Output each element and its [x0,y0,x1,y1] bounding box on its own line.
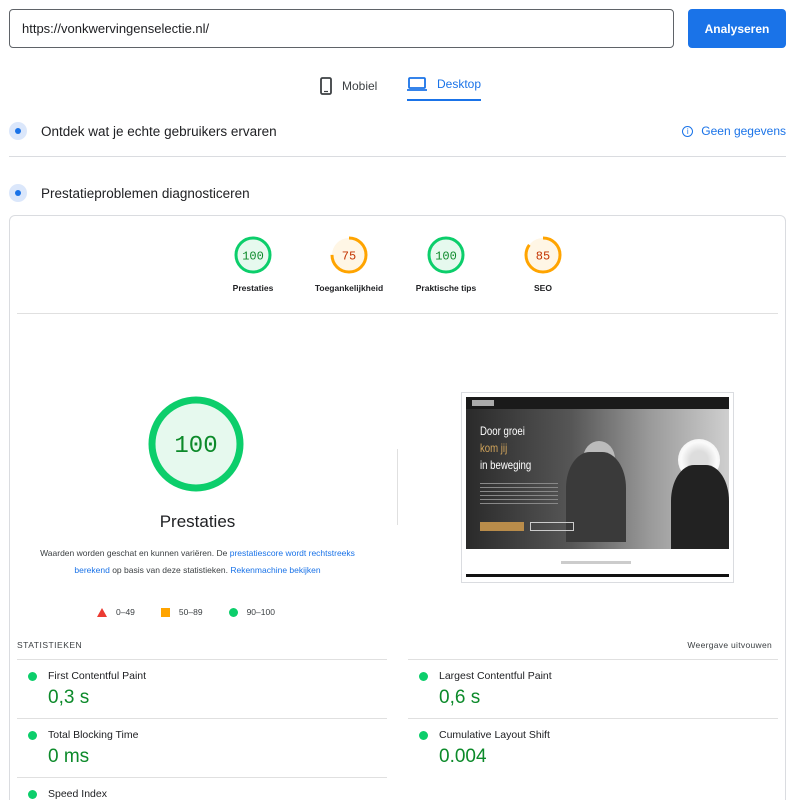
info-icon: i [682,125,694,137]
gauge-accessibility-label: Toegankelijkheid [314,283,384,293]
field-data-title: Ontdek wat je echte gebruikers ervaren [41,123,277,139]
screenshot-image: Door groei kom jij in beweging [466,397,729,549]
tab-mobile[interactable]: Mobiel [320,71,377,101]
performance-score: 100 [174,433,217,460]
tab-desktop-label: Desktop [437,77,482,91]
no-data-link[interactable]: i Geen gegevens [682,124,786,138]
gauge-performance[interactable]: 100 Prestaties [213,235,293,293]
metric-tbt: Total Blocking Time 0 ms [17,718,387,778]
section-divider [9,156,786,157]
score-legend: 0–49 50–89 90–100 [97,607,275,617]
good-circle-icon [28,672,37,681]
metric-fcp-value: 0,3 s [48,687,90,708]
metric-fcp-name: First Contentful Paint [48,670,147,682]
users-icon [9,122,27,140]
expand-view-button[interactable]: Weergave uitvouwen [687,640,772,650]
gauge-best-practices-score: 100 [435,250,457,264]
tab-desktop[interactable]: Desktop [407,71,482,101]
category-gauges: 100 Prestaties 75 Toegankelijkheid 100 P… [219,235,579,305]
metric-lcp-name: Largest Contentful Paint [439,670,552,682]
circle-icon [228,607,238,617]
gauge-accessibility-score: 75 [342,250,356,264]
legend-poor: 0–49 [97,607,135,617]
good-circle-icon [28,731,37,740]
metric-si: Speed Index [17,777,387,800]
performance-title: Prestaties [159,512,236,531]
gauge-accessibility[interactable]: 75 Toegankelijkheid [309,235,389,293]
no-data-label: Geen gegevens [701,124,786,138]
performance-gauge: 100 [147,395,245,498]
field-data-section: Ontdek wat je echte gebruikers ervaren i… [9,122,786,140]
metric-lcp: Largest Contentful Paint 0,6 s [408,659,778,719]
desc-text-1: Waarden worden geschat en kunnen variëre… [40,548,230,558]
good-circle-icon [28,790,37,799]
good-circle-icon [419,672,428,681]
metric-lcp-value: 0,6 s [439,687,481,708]
stats-heading: STATISTIEKEN [17,640,83,650]
analyze-button[interactable]: Analyseren [688,9,786,48]
desc-text-2: op basis van deze statistieken. [109,565,231,575]
vertical-separator [397,449,398,525]
metric-tbt-value: 0 ms [48,746,90,767]
gauges-divider [17,313,778,314]
gauge-performance-label: Prestaties [232,283,274,293]
lab-data-title: Prestatieproblemen diagnosticeren [41,185,250,201]
laptop-icon [407,77,427,91]
metric-si-name: Speed Index [48,788,107,800]
gauge-best-practices[interactable]: 100 Praktische tips [406,235,486,293]
lab-data-section: Prestatieproblemen diagnosticeren [9,184,786,202]
metric-cls-value: 0.004 [439,746,487,767]
url-input[interactable]: https://vonkwervingenselectie.nl/ [9,9,674,48]
metric-cls: Cumulative Layout Shift 0.004 [408,718,778,778]
final-screenshot: Door groei kom jij in beweging [461,392,734,583]
performance-description: Waarden worden geschat en kunnen variëre… [40,545,355,579]
legend-good: 90–100 [228,607,275,617]
diagnostics-icon [9,184,27,202]
screenshot-nav [466,397,729,409]
metric-fcp: First Contentful Paint 0,3 s [17,659,387,719]
good-circle-icon [419,731,428,740]
phone-icon [320,77,332,95]
calculator-link[interactable]: Rekenmachine bekijken [230,565,320,575]
gauge-best-practices-label: Praktische tips [415,283,477,293]
gauge-seo[interactable]: 85 SEO [503,235,583,293]
gauge-seo-label: SEO [534,283,552,293]
square-icon [160,607,170,617]
tab-mobile-label: Mobiel [342,79,378,93]
triangle-icon [97,607,107,617]
metric-cls-name: Cumulative Layout Shift [439,729,550,741]
gauge-seo-score: 85 [536,250,550,264]
metric-tbt-name: Total Blocking Time [48,729,139,741]
legend-average: 50–89 [160,607,203,617]
screenshot-headline: Door groei kom jij in beweging [480,424,532,472]
gauge-performance-score: 100 [242,250,264,264]
